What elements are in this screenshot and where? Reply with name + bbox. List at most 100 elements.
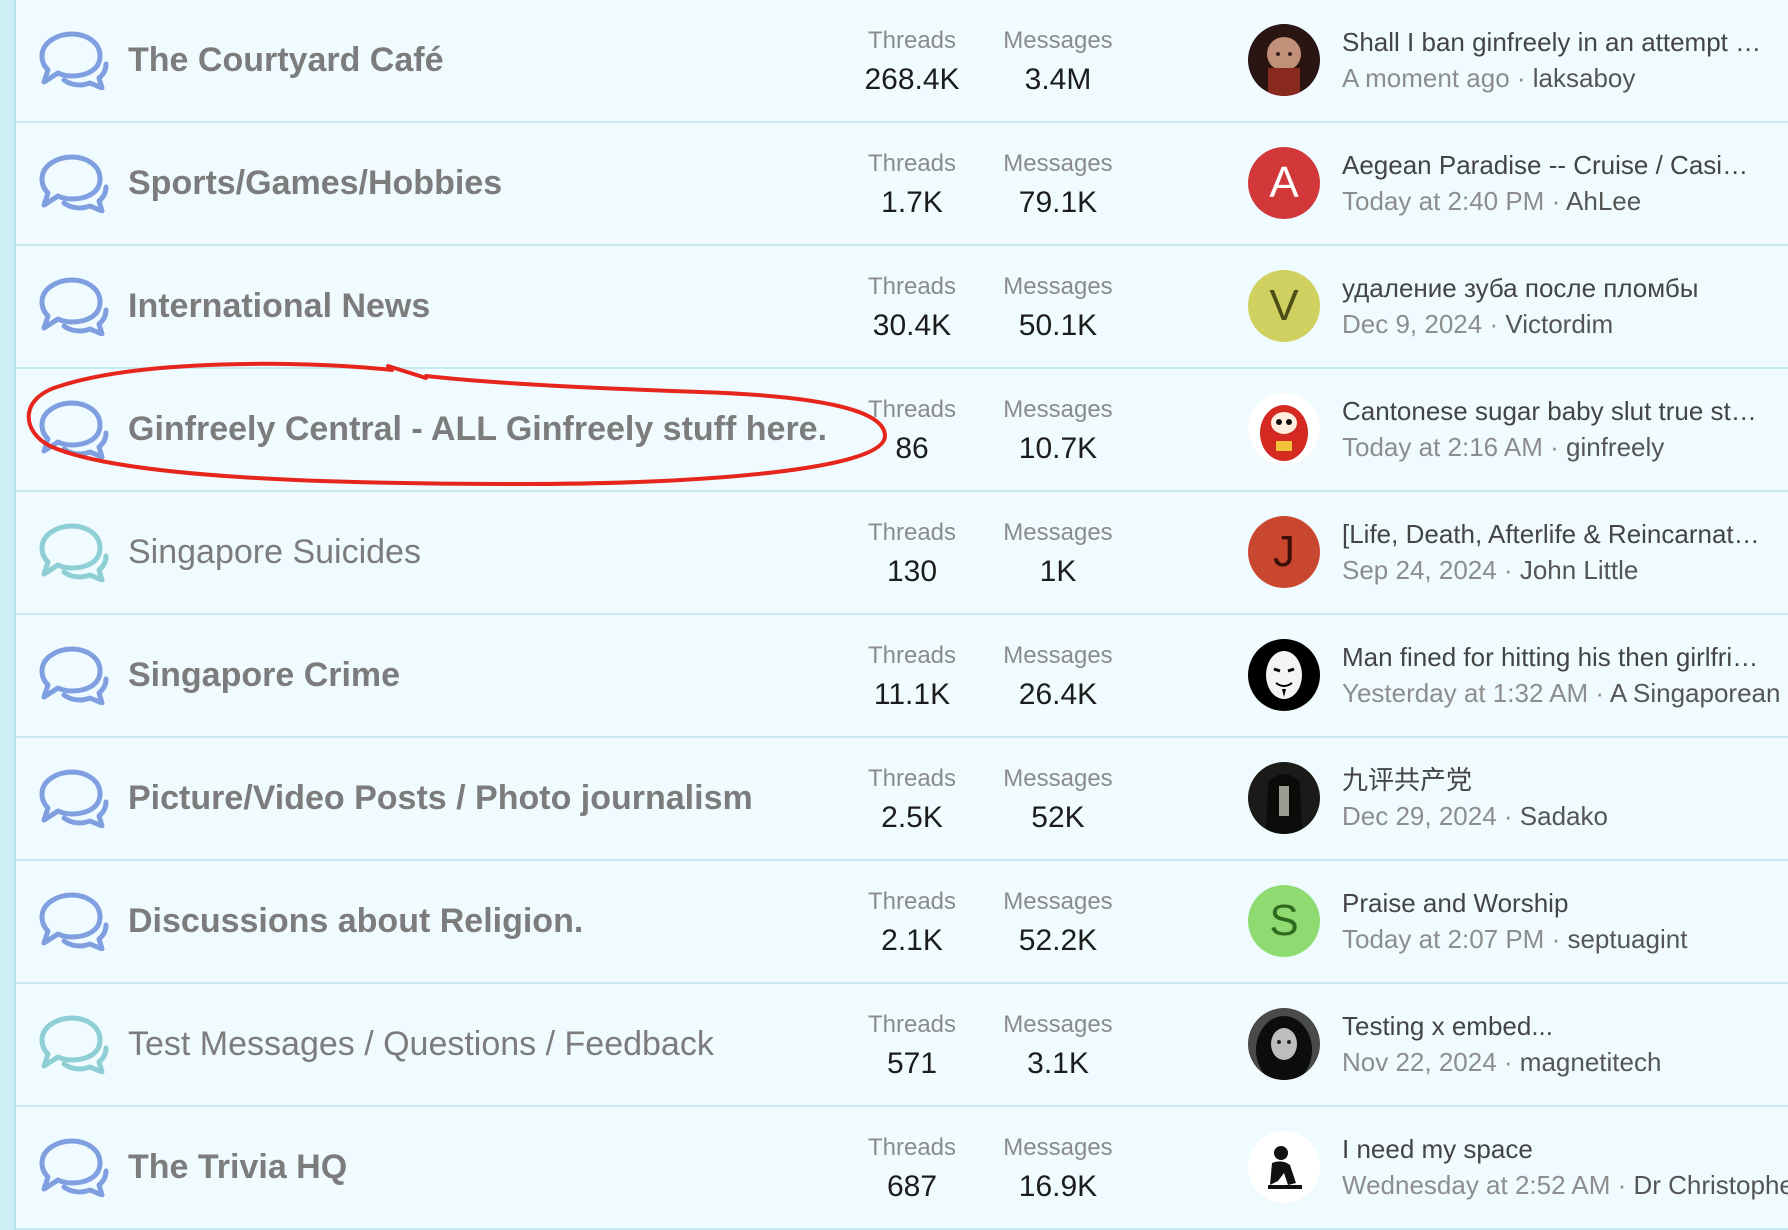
forum-title-link[interactable]: International News bbox=[128, 246, 430, 367]
forum-title-link[interactable]: The Courtyard Café bbox=[128, 0, 444, 121]
latest-post-username[interactable]: Sadako bbox=[1520, 801, 1608, 831]
meta-separator: · bbox=[1496, 555, 1520, 585]
threads-count: 86 bbox=[895, 432, 929, 465]
latest-post: Aegean Paradise -- Cruise / Casino ship T… bbox=[1342, 147, 1788, 219]
thinker-silhouette-image bbox=[1248, 1131, 1320, 1203]
user-avatar[interactable]: A bbox=[1248, 147, 1320, 219]
user-avatar[interactable] bbox=[1248, 1131, 1320, 1203]
latest-post-username[interactable]: septuagint bbox=[1567, 924, 1687, 954]
forum-title-link[interactable]: Singapore Crime bbox=[128, 615, 400, 736]
chat-bubbles-icon bbox=[34, 399, 110, 459]
messages-count: 3.4M bbox=[1024, 63, 1092, 96]
user-avatar[interactable]: J bbox=[1248, 516, 1320, 588]
latest-post-title-link[interactable]: удаление зуба после пломбы bbox=[1342, 270, 1762, 306]
latest-post: 九评共产党 Dec 29, 2024 · Sadako bbox=[1342, 762, 1788, 834]
latest-post-username[interactable]: AhLee bbox=[1566, 186, 1641, 216]
latest-post-username[interactable]: A Singaporean bbox=[1610, 678, 1781, 708]
threads-stat: Threads 11.1K bbox=[832, 641, 992, 717]
forum-row[interactable]: International News Threads 30.4K Messages 50… bbox=[16, 246, 1788, 369]
messages-count: 52K bbox=[1031, 801, 1085, 834]
latest-post: Testing x embed... Nov 22, 2024 · magneti… bbox=[1342, 1008, 1788, 1080]
messages-count: 3.1K bbox=[1027, 1047, 1089, 1080]
threads-label: Threads bbox=[867, 273, 957, 300]
threads-count: 130 bbox=[886, 555, 938, 588]
latest-post-time[interactable]: Dec 29, 2024 bbox=[1342, 801, 1497, 831]
forum-title-link[interactable]: Discussions about Religion. bbox=[128, 861, 583, 982]
latest-post-username[interactable]: Dr Christopher bbox=[1633, 1170, 1788, 1200]
forum-title-link[interactable]: Sports/Games/Hobbies bbox=[128, 123, 502, 244]
latest-post-title-link[interactable]: Cantonese sugar baby slut true story bbox=[1342, 393, 1762, 429]
latest-post: I need my space Wednesday at 2:52 AM · Dr… bbox=[1342, 1131, 1788, 1203]
threads-count: 2.1K bbox=[881, 924, 943, 957]
forum-list: The Courtyard Café Threads 268.4K Messages 3… bbox=[16, 0, 1788, 1230]
latest-post-title-link[interactable]: Testing x embed... bbox=[1342, 1008, 1762, 1044]
user-avatar[interactable] bbox=[1248, 24, 1320, 96]
threads-label: Threads bbox=[867, 27, 957, 54]
user-avatar[interactable] bbox=[1248, 393, 1320, 465]
threads-label: Threads bbox=[867, 1134, 957, 1161]
latest-post-time[interactable]: Today at 2:07 PM bbox=[1342, 924, 1544, 954]
latest-post-time[interactable]: Dec 9, 2024 bbox=[1342, 309, 1482, 339]
forum-row[interactable]: Singapore Crime Threads 11.1K Messages 26.4K… bbox=[16, 615, 1788, 738]
latest-post-time[interactable]: Wednesday at 2:52 AM bbox=[1342, 1170, 1610, 1200]
forum-title-link[interactable]: Ginfreely Central - ALL Ginfreely stuff … bbox=[128, 369, 827, 490]
latest-post-time[interactable]: Nov 22, 2024 bbox=[1342, 1047, 1497, 1077]
user-avatar[interactable]: V bbox=[1248, 270, 1320, 342]
forum-title-link[interactable]: The Trivia HQ bbox=[128, 1107, 347, 1228]
latest-post-username[interactable]: John Little bbox=[1520, 555, 1639, 585]
latest-post-time[interactable]: Yesterday at 1:32 AM bbox=[1342, 678, 1588, 708]
latest-post-time[interactable]: Sep 24, 2024 bbox=[1342, 555, 1497, 585]
threads-stat: Threads 2.5K bbox=[832, 764, 992, 840]
forum-title-link[interactable]: Picture/Video Posts / Photo journalism bbox=[128, 738, 753, 859]
forum-row[interactable]: The Trivia HQ Threads 687 Messages 16.9K I ne… bbox=[16, 1107, 1788, 1230]
latest-post-username[interactable]: magnetitech bbox=[1520, 1047, 1662, 1077]
latest-post-title-link[interactable]: [Life, Death, Afterlife & Reincarnation] bbox=[1342, 516, 1762, 552]
forum-row[interactable]: Discussions about Religion. Threads 2.1K Me… bbox=[16, 861, 1788, 984]
threads-stat: Threads 687 bbox=[832, 1133, 992, 1209]
threads-stat: Threads 86 bbox=[832, 395, 992, 471]
latest-post-title-link[interactable]: Man fined for hitting his then girlfrien… bbox=[1342, 639, 1762, 675]
guy-fawkes-mask-image bbox=[1248, 639, 1320, 711]
user-avatar[interactable] bbox=[1248, 1008, 1320, 1080]
latest-post-username[interactable]: laksaboy bbox=[1533, 63, 1636, 93]
latest-post-title-link[interactable]: Shall I ban ginfreely in an attempt to..… bbox=[1342, 24, 1762, 60]
messages-label: Messages bbox=[1003, 273, 1113, 300]
forum-row[interactable]: Singapore Suicides Threads 130 Messages 1K J [… bbox=[16, 492, 1788, 615]
latest-post-username[interactable]: ginfreely bbox=[1566, 432, 1664, 462]
daruma-doll-image bbox=[1248, 393, 1320, 465]
user-avatar[interactable] bbox=[1248, 762, 1320, 834]
threads-label: Threads bbox=[867, 519, 957, 546]
messages-count: 52.2K bbox=[1018, 924, 1098, 957]
messages-stat: Messages 52K bbox=[978, 764, 1138, 840]
forum-title-link[interactable]: Test Messages / Questions / Feedback bbox=[128, 984, 714, 1105]
latest-post-time[interactable]: Today at 2:16 AM bbox=[1342, 432, 1543, 462]
latest-post-title-link[interactable]: 九评共产党 bbox=[1342, 762, 1762, 798]
forum-row[interactable]: Test Messages / Questions / Feedback Thre… bbox=[16, 984, 1788, 1107]
meta-separator: · bbox=[1610, 1170, 1634, 1200]
latest-post-time[interactable]: Today at 2:40 PM bbox=[1342, 186, 1544, 216]
forum-row[interactable]: Picture/Video Posts / Photo journalism Th… bbox=[16, 738, 1788, 861]
threads-count: 1.7K bbox=[881, 186, 943, 219]
messages-label: Messages bbox=[1003, 1011, 1113, 1038]
threads-stat: Threads 268.4K bbox=[832, 26, 992, 102]
forum-title-link[interactable]: Singapore Suicides bbox=[128, 492, 421, 613]
messages-label: Messages bbox=[1003, 1134, 1113, 1161]
latest-post-title-link[interactable]: Aegean Paradise -- Cruise / Casino ship bbox=[1342, 147, 1762, 183]
messages-count: 79.1K bbox=[1018, 186, 1098, 219]
messages-label: Messages bbox=[1003, 27, 1113, 54]
user-avatar[interactable]: S bbox=[1248, 885, 1320, 957]
forum-row[interactable]: Sports/Games/Hobbies Threads 1.7K Messages 7… bbox=[16, 123, 1788, 246]
long-hair-ghost-image bbox=[1248, 762, 1320, 834]
latest-post-time[interactable]: A moment ago bbox=[1342, 63, 1510, 93]
forum-row[interactable]: Ginfreely Central - ALL Ginfreely stuff … bbox=[16, 369, 1788, 492]
messages-stat: Messages 3.4M bbox=[978, 26, 1138, 102]
latest-post-meta: Sep 24, 2024 · John Little bbox=[1342, 552, 1788, 588]
user-avatar[interactable] bbox=[1248, 639, 1320, 711]
latest-post-title-link[interactable]: Praise and Worship bbox=[1342, 885, 1762, 921]
latest-post-title-link[interactable]: I need my space bbox=[1342, 1131, 1762, 1167]
latest-post-username[interactable]: Victordim bbox=[1505, 309, 1613, 339]
latest-post-meta: Yesterday at 1:32 AM · A Singaporean bbox=[1342, 675, 1788, 711]
meta-separator: · bbox=[1509, 63, 1533, 93]
forum-row[interactable]: The Courtyard Café Threads 268.4K Messages 3… bbox=[16, 0, 1788, 123]
threads-count: 30.4K bbox=[872, 309, 952, 342]
